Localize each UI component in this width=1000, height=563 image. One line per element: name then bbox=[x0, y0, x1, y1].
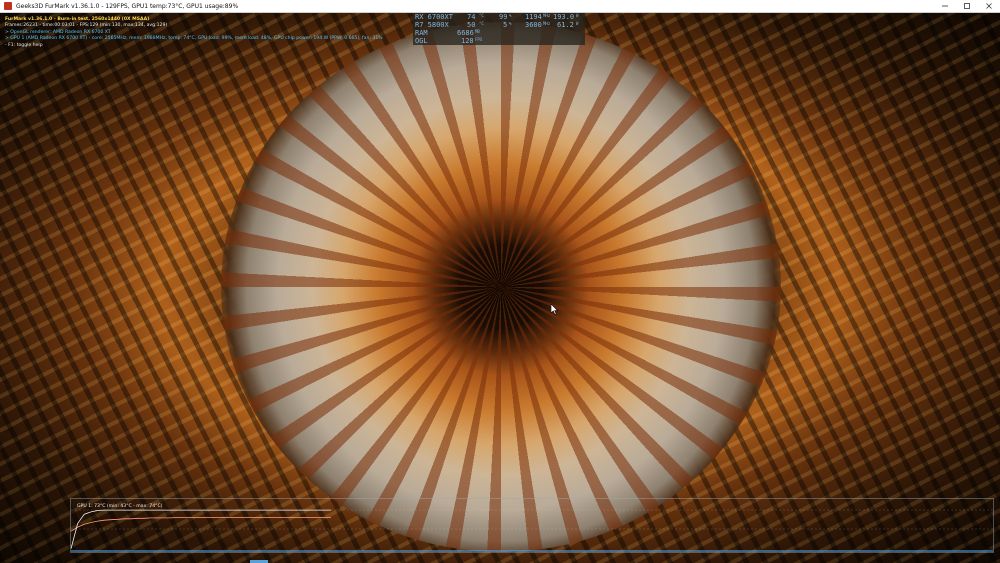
osd-clock-unit: MHz bbox=[543, 21, 551, 26]
osd-temp-value: 50 bbox=[467, 21, 476, 29]
fur-donut-render bbox=[221, 22, 781, 552]
osd-power-unit: W bbox=[576, 21, 579, 26]
osd-temp-unit: °C bbox=[479, 13, 484, 18]
graph-series-1 bbox=[71, 509, 331, 549]
osd-power-value: 193.0 bbox=[553, 13, 575, 21]
osd-power-unit: W bbox=[576, 13, 579, 18]
mouse-cursor-icon bbox=[551, 304, 559, 315]
osd-ram-value: 6686 bbox=[457, 29, 474, 37]
osd-ram-unit: MB bbox=[475, 29, 480, 34]
osd-label: RAM bbox=[415, 29, 428, 37]
maximize-icon[interactable] bbox=[956, 0, 978, 12]
osd-temp-unit: °C bbox=[479, 21, 484, 26]
osd-usage-unit: % bbox=[509, 13, 512, 18]
furmark-window: Geeks3D FurMark v1.36.1.0 - 129FPS, GPU1… bbox=[0, 0, 1000, 563]
osd-temp-value: 74 bbox=[467, 13, 476, 21]
osd-clock-value: 1194 bbox=[525, 13, 542, 21]
osd-clock-unit: MHz bbox=[543, 13, 551, 18]
title-bar[interactable]: Geeks3D FurMark v1.36.1.0 - 129FPS, GPU1… bbox=[0, 0, 1000, 13]
hud-overlay: FurMark v1.36.1.0 - Burn-in test, 2560x1… bbox=[5, 17, 383, 49]
stats-osd-panel: RX 6700XT 74 °C 99 % 1194 MHz 193.0 W R7… bbox=[413, 12, 585, 45]
osd-row-ogl: OGL 128 FPS bbox=[413, 37, 585, 45]
temperature-graph: GPU 1: 73°C (min: 43°C - max: 74°C) bbox=[70, 498, 994, 553]
osd-clock-value: 3600 bbox=[525, 21, 542, 29]
osd-power-value: 61.2 bbox=[557, 21, 574, 29]
close-icon[interactable] bbox=[978, 0, 1000, 12]
osd-label: OGL bbox=[415, 37, 428, 45]
osd-fps-unit: FPS bbox=[475, 37, 483, 42]
furmark-app-icon bbox=[4, 2, 12, 10]
osd-usage-value: 5 bbox=[503, 21, 508, 29]
osd-label: R7 5800X bbox=[415, 21, 449, 29]
osd-label: RX 6700XT bbox=[415, 13, 453, 21]
osd-row-cpu: R7 5800X 50 °C 5 % 3600 MHz 61.2 W bbox=[413, 21, 585, 29]
osd-usage-value: 99 bbox=[499, 13, 508, 21]
minimize-icon[interactable] bbox=[934, 0, 956, 12]
osd-row-ram: RAM 6686 MB bbox=[413, 29, 585, 37]
hud-help-line: - F1: toggle help bbox=[5, 42, 43, 48]
osd-usage-unit: % bbox=[509, 21, 512, 26]
window-controls bbox=[934, 0, 1000, 12]
window-title: Geeks3D FurMark v1.36.1.0 - 129FPS, GPU1… bbox=[16, 2, 239, 10]
hud-gpu-line: > GPU 1 (AMD Radeon RX 6700 XT) - core: … bbox=[5, 36, 383, 42]
osd-row-gpu: RX 6700XT 74 °C 99 % 1194 MHz 193.0 W bbox=[413, 13, 585, 21]
osd-fps-value: 128 bbox=[461, 37, 474, 45]
graph-plot bbox=[71, 509, 993, 552]
